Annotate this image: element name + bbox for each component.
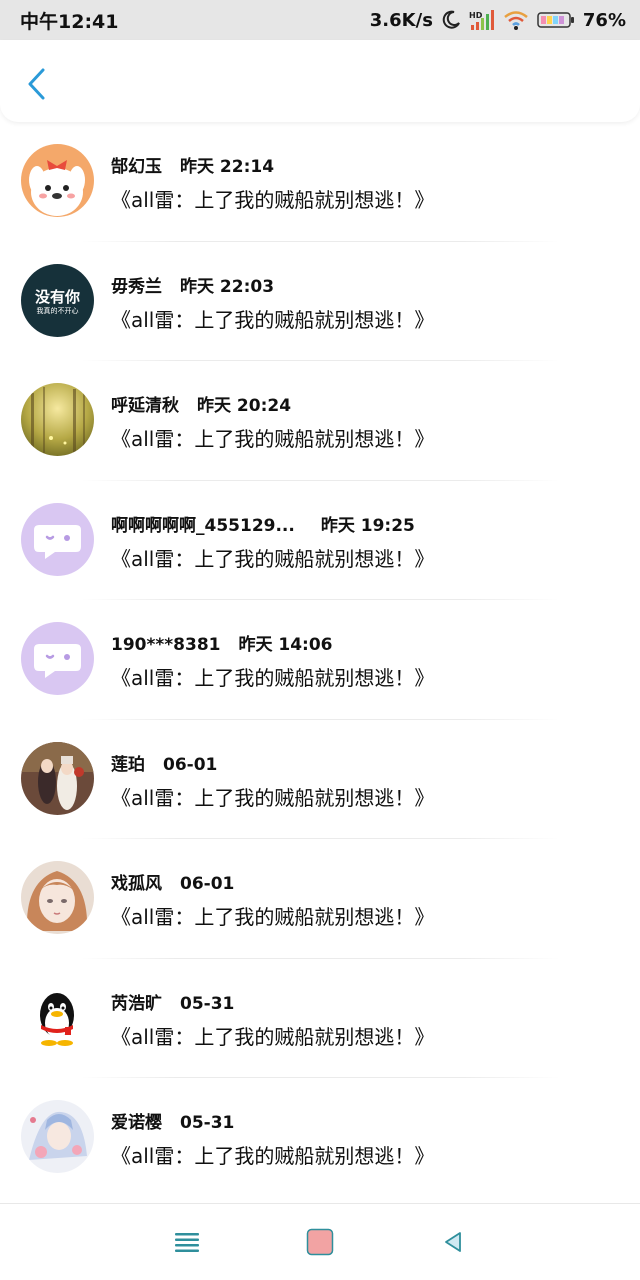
battery-percent: 76% bbox=[582, 9, 626, 31]
list-item[interactable]: 芮浩旷 05-31 《all雷：上了我的贼船就别想逃！》 bbox=[0, 959, 640, 1078]
list-item[interactable]: 戏孤风 06-01 《all雷：上了我的贼船就别想逃！》 bbox=[0, 839, 640, 959]
comment-message: 《all雷：上了我的贼船就别想逃！》 bbox=[111, 427, 435, 451]
comment-meta: 戏孤风 06-01 bbox=[111, 869, 234, 894]
comment-time: 06-01 bbox=[180, 874, 235, 894]
chevron-left-icon bbox=[28, 68, 45, 100]
comment-message: 《all雷：上了我的贼船就别想逃！》 bbox=[111, 188, 435, 212]
comment-meta: 啊啊啊啊啊_455129... 昨天 19:25 bbox=[111, 511, 415, 536]
comment-message: 《all雷：上了我的贼船就别想逃！》 bbox=[111, 785, 435, 810]
system-nav-bar bbox=[0, 1203, 640, 1280]
comment-time: 05-31 bbox=[180, 993, 235, 1014]
list-item[interactable]: 莲珀 06-01 《all雷：上了我的贼船就别想逃！》 bbox=[0, 720, 640, 839]
comment-time: 昨天 22:03 bbox=[180, 276, 275, 297]
avatar[interactable] bbox=[21, 502, 94, 576]
svg-text:HD: HD bbox=[469, 11, 483, 20]
comment-meta: 190***8381 昨天 14:06 bbox=[111, 630, 333, 655]
list-item[interactable]: 呼延清秋 昨天 20:24 《all雷：上了我的贼船就别想逃！》 bbox=[0, 361, 640, 481]
comment-message: 《all雷：上了我的贼船就别想逃！》 bbox=[111, 1024, 435, 1049]
home-icon bbox=[306, 1228, 334, 1256]
user-name[interactable]: 呼延清秋 bbox=[111, 396, 179, 416]
list-item[interactable]: 爱诺樱 05-31 《all雷：上了我的贼船就别想逃！》 bbox=[0, 1078, 640, 1198]
comment-meta: 郜幻玉 昨天 22:14 bbox=[111, 152, 274, 177]
comment-meta: 爱诺樱 05-31 bbox=[111, 1108, 234, 1133]
avatar[interactable] bbox=[21, 144, 94, 217]
user-name[interactable]: 爱诺樱 bbox=[111, 1113, 162, 1133]
user-name[interactable]: 郜幻玉 bbox=[111, 157, 162, 177]
comment-time: 昨天 19:25 bbox=[320, 515, 415, 536]
moon-icon bbox=[441, 10, 461, 30]
wifi-icon bbox=[503, 9, 529, 31]
avatar[interactable] bbox=[21, 622, 94, 695]
back-button[interactable] bbox=[18, 64, 54, 104]
avatar-text-sub: 我真的不开心 bbox=[36, 306, 79, 315]
back-nav-button[interactable] bbox=[437, 1226, 469, 1258]
comment-message: 《all雷：上了我的贼船就别想逃！》 bbox=[111, 666, 435, 690]
comment-time: 05-31 bbox=[180, 1113, 235, 1133]
comment-meta: 芮浩旷 05-31 bbox=[111, 989, 234, 1014]
avatar[interactable] bbox=[21, 383, 94, 456]
home-button[interactable] bbox=[304, 1226, 336, 1258]
avatar[interactable] bbox=[21, 741, 94, 815]
avatar[interactable] bbox=[21, 1100, 94, 1173]
comment-meta: 莲珀 06-01 bbox=[111, 750, 217, 775]
status-time: 中午12:41 bbox=[20, 10, 119, 33]
list-item[interactable]: 190***8381 昨天 14:06 《all雷：上了我的贼船就别想逃！》 bbox=[0, 600, 640, 720]
user-name[interactable]: 啊啊啊啊啊_455129... bbox=[111, 516, 295, 536]
net-speed: 3.6K/s bbox=[369, 9, 433, 31]
avatar[interactable] bbox=[21, 980, 94, 1054]
comment-meta: 呼延清秋 昨天 20:24 bbox=[111, 391, 291, 416]
menu-button[interactable] bbox=[171, 1226, 203, 1258]
menu-icon bbox=[175, 1233, 199, 1252]
user-name[interactable]: 毋秀兰 bbox=[111, 277, 162, 297]
list-item[interactable]: 啊啊啊啊啊_455129... 昨天 19:25 《all雷：上了我的贼船就别想逃… bbox=[0, 481, 640, 600]
avatar-text-main: 没有你 bbox=[34, 287, 80, 306]
comment-time: 昨天 20:24 bbox=[197, 396, 292, 416]
user-name[interactable]: 芮浩旷 bbox=[111, 994, 162, 1014]
comment-meta: 毋秀兰 昨天 22:03 bbox=[111, 272, 274, 297]
user-name[interactable]: 190***8381 bbox=[111, 635, 220, 655]
status-bar: 中午12:41 3.6K/s HD 76% bbox=[0, 0, 640, 40]
top-header bbox=[0, 40, 640, 122]
comment-time: 昨天 22:14 bbox=[180, 157, 275, 177]
comment-message: 《all雷：上了我的贼船就别想逃！》 bbox=[111, 307, 435, 332]
list-item[interactable]: 郜幻玉 昨天 22:14 《all雷：上了我的贼船就别想逃！》 bbox=[0, 122, 640, 242]
signal-icon: HD bbox=[469, 9, 495, 31]
list-item[interactable]: 没有你 我真的不开心 毋秀兰 昨天 22:03 《all雷：上了我的贼船就别想逃！… bbox=[0, 242, 640, 361]
back-triangle-icon bbox=[445, 1232, 461, 1252]
user-name[interactable]: 戏孤风 bbox=[111, 874, 162, 894]
comment-time: 06-01 bbox=[163, 754, 218, 775]
battery-icon bbox=[537, 11, 575, 29]
user-name[interactable]: 莲珀 bbox=[111, 755, 145, 775]
comment-time: 昨天 14:06 bbox=[238, 635, 333, 655]
comment-message: 《all雷：上了我的贼船就别想逃！》 bbox=[111, 546, 435, 571]
comment-list: 郜幻玉 昨天 22:14 《all雷：上了我的贼船就别想逃！》 没有你 我真的不开… bbox=[0, 122, 640, 1198]
comment-message: 《all雷：上了我的贼船就别想逃！》 bbox=[111, 1144, 435, 1168]
status-right: 3.6K/s HD 76% bbox=[370, 9, 626, 31]
comment-message: 《all雷：上了我的贼船就别想逃！》 bbox=[111, 905, 435, 929]
avatar[interactable]: 没有你 我真的不开心 bbox=[21, 263, 94, 337]
avatar[interactable] bbox=[21, 861, 94, 934]
